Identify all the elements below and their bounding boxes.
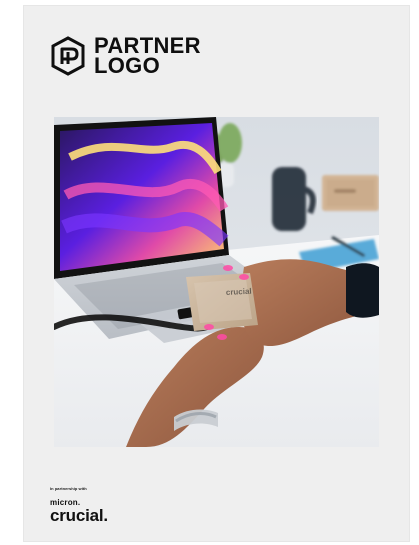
- hero-photo: crucial: [54, 117, 379, 447]
- partner-logo-text: PARTNER LOGO: [94, 35, 201, 78]
- hexagon-monogram-icon: [51, 36, 85, 76]
- partnership-label: In partnership with: [50, 486, 87, 491]
- brand-logo: micron. crucial.: [50, 498, 108, 525]
- document-page: PARTNER LOGO crucial In partnership with…: [24, 6, 409, 541]
- hero-image: crucial: [54, 117, 379, 447]
- partner-logo-line2: LOGO: [94, 53, 160, 78]
- brand-main-text: crucial.: [50, 506, 108, 525]
- svg-text:crucial: crucial: [226, 287, 252, 297]
- partner-logo: PARTNER LOGO: [50, 35, 201, 78]
